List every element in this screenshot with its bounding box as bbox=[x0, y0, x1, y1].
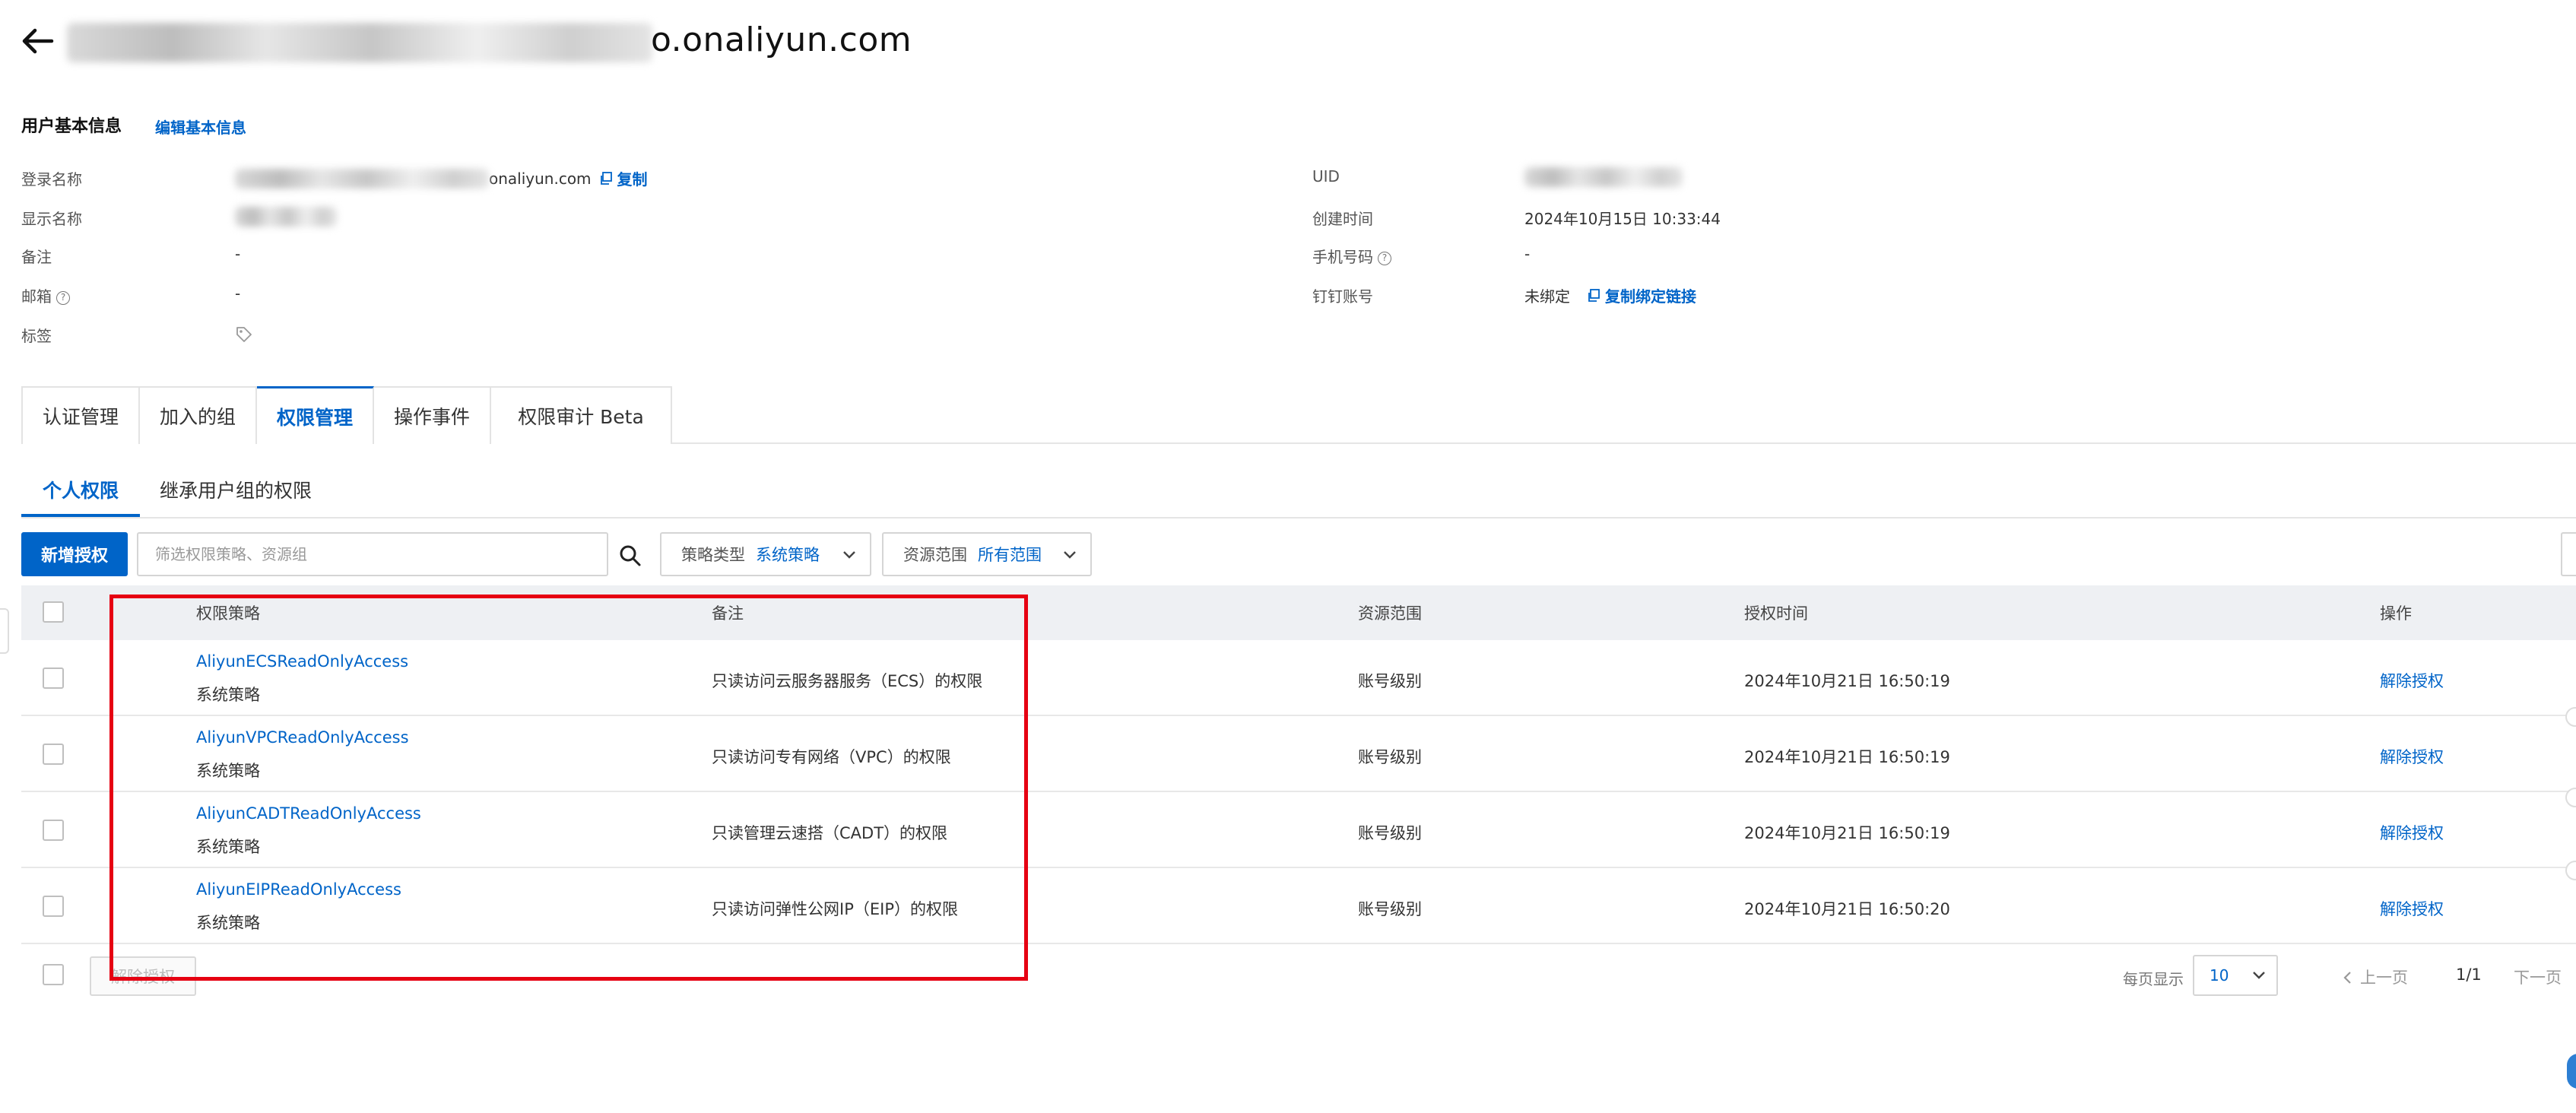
policy-auth-time: 2024年10月21日 16:50:19 bbox=[1744, 672, 1950, 690]
policy-auth-time: 2024年10月21日 16:50:20 bbox=[1744, 900, 1950, 918]
assistant-bubble-icon[interactable] bbox=[2567, 1054, 2576, 1089]
uid-redacted bbox=[1524, 167, 1683, 187]
add-authorization-button[interactable]: 新增授权 bbox=[21, 532, 128, 576]
tag-label: 标签 bbox=[21, 327, 52, 345]
page-title: o.onaliyun.com bbox=[651, 21, 912, 59]
page-indicator: 1/1 bbox=[2456, 966, 2482, 984]
search-divider bbox=[607, 534, 608, 575]
row-checkbox[interactable] bbox=[43, 744, 64, 765]
created-time-value: 2024年10月15日 10:33:44 bbox=[1524, 210, 1721, 228]
copy-bind-link-button[interactable]: 复制绑定链接 bbox=[1605, 284, 1696, 306]
copy-icon[interactable] bbox=[1587, 288, 1600, 303]
tab-permission-management[interactable]: 权限管理 bbox=[257, 386, 374, 444]
highlight-annotation-box bbox=[109, 595, 1028, 981]
copy-login-name-button[interactable]: 复制 bbox=[617, 167, 648, 189]
tab-permission-audit[interactable]: 权限审计 Beta bbox=[491, 386, 672, 444]
dingtalk-label: 钉钉账号 bbox=[1312, 287, 1373, 306]
remark-label: 备注 bbox=[21, 248, 52, 266]
policy-scope: 账号级别 bbox=[1358, 748, 1422, 766]
phone-label: 手机号码? bbox=[1312, 245, 1391, 267]
header-auth-time: 授权时间 bbox=[1744, 604, 1808, 623]
policy-type-select[interactable]: 策略类型 系统策略 bbox=[660, 532, 871, 576]
header-action: 操作 bbox=[2380, 604, 2412, 623]
policy-auth-time: 2024年10月21日 16:50:19 bbox=[1744, 824, 1950, 842]
row-checkbox[interactable] bbox=[43, 667, 64, 689]
prev-page-label: 上一页 bbox=[2360, 969, 2408, 987]
subtab-inherited-permissions[interactable]: 继承用户组的权限 bbox=[160, 476, 312, 503]
login-name-redacted bbox=[235, 168, 489, 189]
edit-basic-info-link[interactable]: 编辑基本信息 bbox=[155, 116, 246, 138]
chevron-down-icon bbox=[1064, 551, 1076, 559]
title-redacted bbox=[67, 23, 652, 62]
display-name-label: 显示名称 bbox=[21, 210, 82, 228]
policy-type-value: 系统策略 bbox=[756, 546, 820, 564]
sidebar-collapse-handle[interactable] bbox=[0, 608, 9, 654]
remark-value: - bbox=[235, 245, 241, 263]
phone-value: - bbox=[1524, 245, 1531, 263]
search-icon[interactable] bbox=[617, 543, 643, 569]
revoke-button[interactable]: 解除授权 bbox=[2380, 897, 2444, 920]
search-input[interactable] bbox=[140, 535, 550, 573]
phone-label-text: 手机号码 bbox=[1312, 248, 1373, 266]
tab-joined-groups[interactable]: 加入的组 bbox=[140, 386, 257, 444]
dingtalk-value: 未绑定 bbox=[1524, 287, 1570, 306]
tab-auth-management[interactable]: 认证管理 bbox=[21, 386, 140, 444]
chevron-left-icon bbox=[2343, 972, 2351, 984]
revoke-button[interactable]: 解除授权 bbox=[2380, 821, 2444, 844]
next-page-button[interactable]: 下一页 bbox=[2514, 966, 2562, 988]
tag-icon[interactable] bbox=[235, 325, 253, 344]
subtab-personal-permissions[interactable]: 个人权限 bbox=[21, 471, 140, 517]
header-scope: 资源范围 bbox=[1358, 604, 1422, 623]
subtab-divider bbox=[21, 517, 2576, 518]
per-page-value: 10 bbox=[2210, 966, 2229, 985]
resource-scope-select[interactable]: 资源范围 所有范围 bbox=[882, 532, 1092, 576]
select-all-checkbox[interactable] bbox=[43, 601, 64, 623]
email-label-text: 邮箱 bbox=[21, 287, 52, 306]
back-arrow-icon[interactable] bbox=[20, 23, 56, 59]
column-settings-button[interactable] bbox=[2561, 532, 2576, 576]
policy-scope: 账号级别 bbox=[1358, 672, 1422, 690]
resource-scope-label: 资源范围 bbox=[903, 546, 967, 564]
login-name-suffix: onaliyun.com bbox=[489, 169, 592, 188]
help-icon[interactable]: ? bbox=[1378, 251, 1391, 265]
per-page-label: 每页显示 bbox=[2123, 970, 2184, 988]
created-time-label: 创建时间 bbox=[1312, 210, 1373, 228]
uid-label: UID bbox=[1312, 167, 1340, 186]
policy-scope: 账号级别 bbox=[1358, 900, 1422, 918]
email-label: 邮箱? bbox=[21, 284, 70, 306]
policy-scope: 账号级别 bbox=[1358, 824, 1422, 842]
copy-icon[interactable] bbox=[599, 171, 613, 186]
revoke-button[interactable]: 解除授权 bbox=[2380, 669, 2444, 692]
per-page-select[interactable]: 10 bbox=[2193, 955, 2278, 996]
prev-page-button[interactable]: 上一页 bbox=[2342, 966, 2408, 988]
revoke-button[interactable]: 解除授权 bbox=[2380, 745, 2444, 768]
search-box bbox=[137, 532, 641, 576]
tab-bar: 认证管理 加入的组 权限管理 操作事件 权限审计 Beta bbox=[21, 386, 2576, 444]
dingtalk-value-row: 未绑定 复制绑定链接 bbox=[1524, 284, 1696, 306]
login-name-label: 登录名称 bbox=[21, 170, 82, 189]
resource-scope-value: 所有范围 bbox=[978, 546, 1042, 564]
chevron-down-icon bbox=[2253, 972, 2265, 979]
policy-auth-time: 2024年10月21日 16:50:19 bbox=[1744, 748, 1950, 766]
policy-type-label: 策略类型 bbox=[681, 546, 745, 564]
row-checkbox[interactable] bbox=[43, 820, 64, 841]
help-icon[interactable]: ? bbox=[56, 290, 70, 305]
section-title: 用户基本信息 bbox=[21, 117, 122, 136]
email-value: - bbox=[235, 284, 241, 303]
footer-select-all-checkbox[interactable] bbox=[43, 964, 64, 985]
login-name-value: onaliyun.com 复制 bbox=[235, 167, 648, 189]
display-name-redacted bbox=[235, 207, 337, 227]
tab-operation-events[interactable]: 操作事件 bbox=[374, 386, 491, 444]
row-checkbox[interactable] bbox=[43, 896, 64, 917]
chevron-down-icon bbox=[843, 551, 855, 559]
